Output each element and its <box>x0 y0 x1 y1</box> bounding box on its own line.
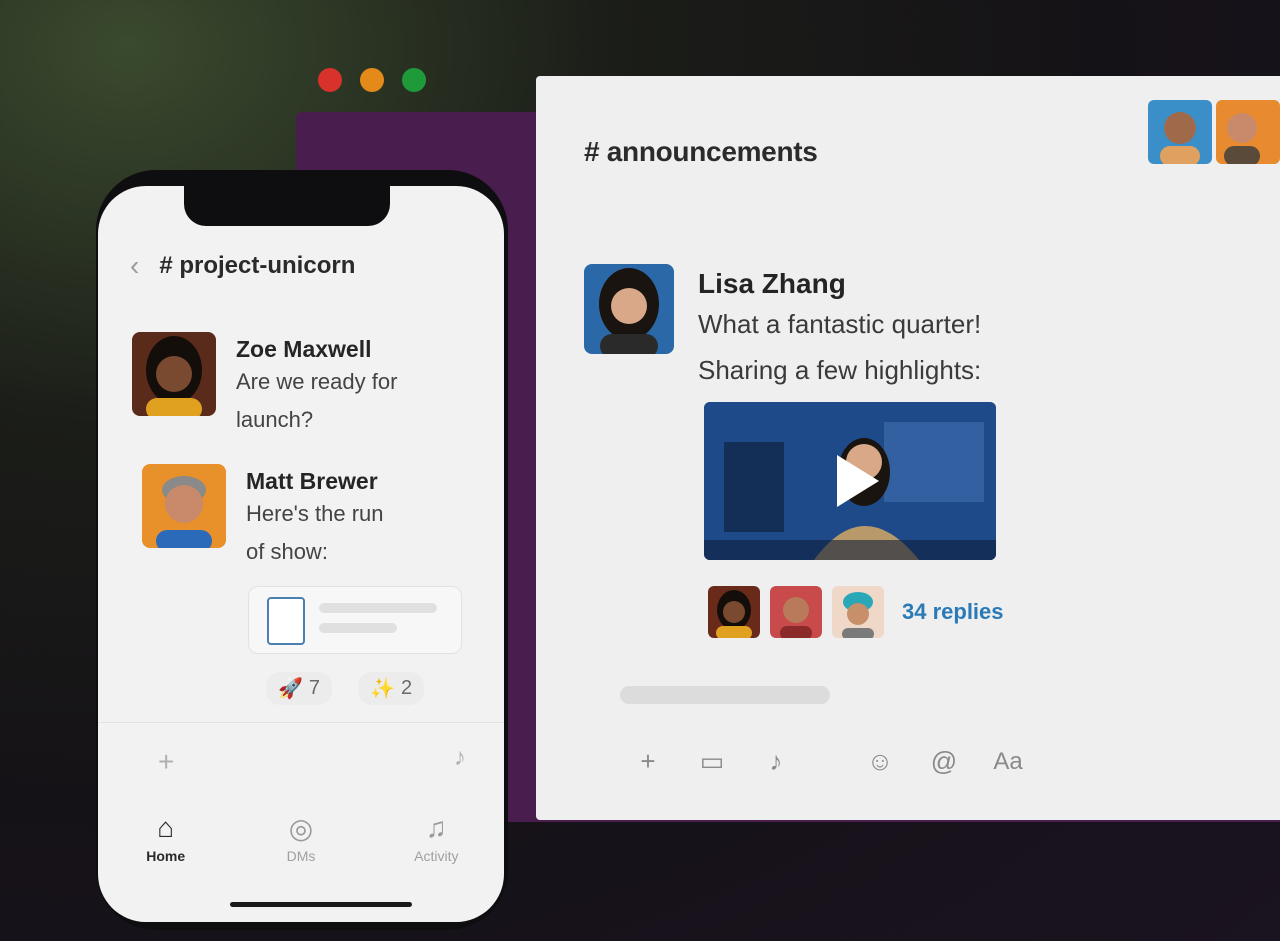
video-icon[interactable]: ▭ <box>680 746 744 777</box>
phone-tab-bar: ⌂ Home ◎ DMs ♫ Activity <box>98 812 504 864</box>
reactions: 🚀 7 ✨ 2 <box>266 672 425 705</box>
message-text-line: Sharing a few highlights: <box>698 355 982 385</box>
reaction-count: 2 <box>400 677 413 699</box>
scene: # announcements Lisa Zhang What a fantas… <box>0 0 1280 941</box>
bell-icon: ♫ <box>425 812 447 843</box>
mic-icon[interactable]: ♪ <box>454 744 466 772</box>
plus-icon[interactable]: + <box>158 746 174 778</box>
avatar <box>708 586 760 638</box>
avatar[interactable] <box>142 464 226 548</box>
avatar <box>1148 100 1212 164</box>
message-author[interactable]: Lisa Zhang <box>698 268 1118 300</box>
reaction-count: 7 <box>308 677 321 699</box>
play-icon[interactable] <box>837 455 879 507</box>
close-window-button[interactable] <box>318 68 342 92</box>
plus-icon[interactable]: + <box>616 746 680 777</box>
home-icon: ⌂ <box>157 812 175 843</box>
minimize-window-button[interactable] <box>360 68 384 92</box>
divider <box>98 722 504 723</box>
tab-dms[interactable]: ◎ DMs <box>246 812 356 864</box>
message-author[interactable]: Zoe Maxwell <box>236 336 476 363</box>
reaction-sparkles[interactable]: ✨ 2 <box>358 672 425 705</box>
message-text-line: What a fantastic quarter! <box>698 309 982 339</box>
tab-home[interactable]: ⌂ Home <box>111 812 221 864</box>
message-author[interactable]: Matt Brewer <box>246 468 486 495</box>
format-text-icon[interactable]: Aa <box>976 748 1040 776</box>
tab-label: Home <box>146 848 186 864</box>
message-composer[interactable]: + ▭ ♪ ☺ @ Aa <box>616 686 1256 777</box>
tab-activity[interactable]: ♫ Activity <box>381 812 491 864</box>
message-text-line: launch? <box>236 407 314 432</box>
phone-header: ‹ # project-unicorn <box>130 250 355 282</box>
mic-icon[interactable]: ♪ <box>744 746 808 777</box>
emoji-icon[interactable]: ☺ <box>848 746 912 777</box>
back-arrow-icon[interactable]: ‹ <box>130 250 139 282</box>
avatar <box>832 586 884 638</box>
phone-notch <box>184 186 390 226</box>
sparkles-icon: ✨ <box>370 678 395 700</box>
tab-label: DMs <box>286 848 316 864</box>
tab-label: Activity <box>414 848 459 864</box>
avatar <box>1216 100 1280 164</box>
window-controls <box>318 68 426 92</box>
file-attachment[interactable] <box>248 586 462 654</box>
video-attachment[interactable] <box>704 402 996 560</box>
message-text-line: of show: <box>246 539 328 564</box>
avatar <box>770 586 822 638</box>
channel-member-avatars[interactable] <box>1144 100 1280 164</box>
replies-link[interactable]: 34 replies <box>902 599 1004 625</box>
message-text-line: Are we ready for <box>236 369 398 394</box>
file-title-placeholder <box>319 603 437 613</box>
phone-channel-title[interactable]: # project-unicorn <box>159 252 355 280</box>
composer-toolbar: + ▭ ♪ ☺ @ Aa <box>616 746 1256 777</box>
file-meta-placeholder <box>319 623 397 633</box>
rocket-icon: 🚀 <box>278 678 303 700</box>
avatar[interactable] <box>132 332 216 416</box>
maximize-window-button[interactable] <box>402 68 426 92</box>
avatar[interactable] <box>584 264 674 354</box>
desktop-window: # announcements Lisa Zhang What a fantas… <box>536 76 1280 820</box>
composer-input[interactable] <box>620 686 830 704</box>
home-indicator <box>230 902 412 907</box>
phone-screen: ‹ # project-unicorn Zoe Maxwell Are we r… <box>98 186 504 922</box>
thread-summary[interactable]: 34 replies <box>708 586 1004 638</box>
reaction-rocket[interactable]: 🚀 7 <box>266 672 333 705</box>
message-text-line: Here's the run <box>246 501 384 526</box>
dms-icon: ◎ <box>288 813 314 844</box>
mention-icon[interactable]: @ <box>912 746 976 777</box>
channel-title[interactable]: # announcements <box>584 136 818 168</box>
document-icon <box>267 597 305 645</box>
